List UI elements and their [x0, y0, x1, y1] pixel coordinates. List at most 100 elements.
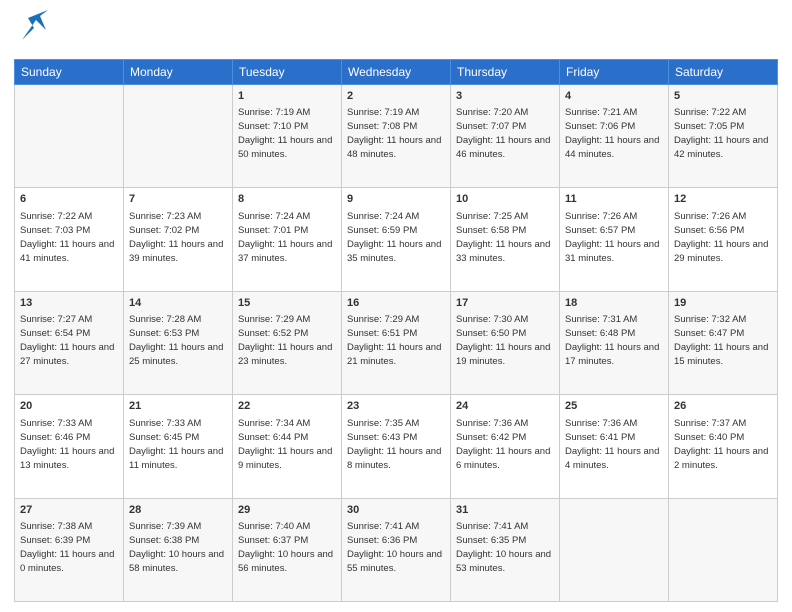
daylight-info: Daylight: 11 hours and 11 minutes.	[129, 446, 223, 471]
sunrise-info: Sunrise: 7:40 AM	[238, 521, 310, 532]
calendar-week-4: 20Sunrise: 7:33 AMSunset: 6:46 PMDayligh…	[15, 395, 778, 498]
weekday-header-sunday: Sunday	[15, 60, 124, 85]
calendar-cell: 1Sunrise: 7:19 AMSunset: 7:10 PMDaylight…	[233, 85, 342, 188]
sunset-info: Sunset: 6:58 PM	[456, 225, 526, 236]
sunset-info: Sunset: 6:53 PM	[129, 328, 199, 339]
sunrise-info: Sunrise: 7:38 AM	[20, 521, 92, 532]
daylight-info: Daylight: 10 hours and 55 minutes.	[347, 549, 442, 574]
calendar-week-2: 6 Sunrise: 7:22 AM Sunset: 7:03 PM Daylight…	[15, 188, 778, 291]
sunrise-info: Sunrise: 7:19 AM	[347, 107, 419, 118]
sunrise-info: Sunrise: 7:35 AM	[347, 418, 419, 429]
day-number: 9	[347, 192, 445, 207]
calendar-cell: 31Sunrise: 7:41 AMSunset: 6:35 PMDayligh…	[451, 498, 560, 601]
sunrise-info: Sunrise: 7:25 AM	[456, 211, 528, 222]
daylight-info: Daylight: 11 hours and 46 minutes.	[456, 135, 550, 160]
day-number: 21	[129, 399, 227, 414]
sunrise-info: Sunrise: 7:29 AM	[347, 314, 419, 325]
calendar-cell: 21 Sunrise: 7:33 AM Sunset: 6:45 PM Dayligh…	[124, 395, 233, 498]
day-number: 14	[129, 296, 227, 311]
calendar-cell: 28Sunrise: 7:39 AMSunset: 6:38 PMDayligh…	[124, 498, 233, 601]
day-number: 17	[456, 296, 554, 311]
day-number: 3	[456, 89, 554, 104]
daylight-info: Daylight: 11 hours and 50 minutes.	[238, 135, 332, 160]
calendar-cell: 3Sunrise: 7:20 AMSunset: 7:07 PMDaylight…	[451, 85, 560, 188]
daylight-info: Daylight: 11 hours and 44 minutes.	[565, 135, 659, 160]
daylight-info: Daylight: 11 hours and 39 minutes.	[129, 239, 223, 264]
calendar-week-1: 1Sunrise: 7:19 AMSunset: 7:10 PMDaylight…	[15, 85, 778, 188]
logo	[14, 10, 48, 51]
sunrise-info: Sunrise: 7:28 AM	[129, 314, 201, 325]
sunset-info: Sunset: 6:45 PM	[129, 432, 199, 443]
sunset-info: Sunset: 6:43 PM	[347, 432, 417, 443]
sunrise-info: Sunrise: 7:21 AM	[565, 107, 637, 118]
calendar-cell: 15Sunrise: 7:29 AMSunset: 6:52 PMDayligh…	[233, 291, 342, 394]
daylight-info: Daylight: 11 hours and 48 minutes.	[347, 135, 441, 160]
calendar-cell: 17Sunrise: 7:30 AMSunset: 6:50 PMDayligh…	[451, 291, 560, 394]
calendar-cell	[124, 85, 233, 188]
sunrise-info: Sunrise: 7:33 AM	[20, 418, 92, 429]
calendar-cell: 24Sunrise: 7:36 AMSunset: 6:42 PMDayligh…	[451, 395, 560, 498]
calendar-cell: 12Sunrise: 7:26 AMSunset: 6:56 PMDayligh…	[669, 188, 778, 291]
sunset-info: Sunset: 7:02 PM	[129, 225, 199, 236]
calendar-week-3: 13 Sunrise: 7:27 AM Sunset: 6:54 PM Dayligh…	[15, 291, 778, 394]
sunrise-info: Sunrise: 7:33 AM	[129, 418, 201, 429]
sunrise-info: Sunrise: 7:22 AM	[20, 211, 92, 222]
sunset-info: Sunset: 7:03 PM	[20, 225, 90, 236]
daylight-info: Daylight: 11 hours and 9 minutes.	[238, 446, 332, 471]
day-number: 22	[238, 399, 336, 414]
day-number: 20	[20, 399, 118, 414]
weekday-header-monday: Monday	[124, 60, 233, 85]
sunrise-info: Sunrise: 7:27 AM	[20, 314, 92, 325]
sunset-info: Sunset: 7:07 PM	[456, 121, 526, 132]
sunset-info: Sunset: 7:01 PM	[238, 225, 308, 236]
weekday-header-thursday: Thursday	[451, 60, 560, 85]
day-number: 16	[347, 296, 445, 311]
calendar-cell: 7Sunrise: 7:23 AMSunset: 7:02 PMDaylight…	[124, 188, 233, 291]
daylight-info: Daylight: 11 hours and 17 minutes.	[565, 342, 659, 367]
sunset-info: Sunset: 6:50 PM	[456, 328, 526, 339]
day-number: 23	[347, 399, 445, 414]
calendar-cell: 19Sunrise: 7:32 AMSunset: 6:47 PMDayligh…	[669, 291, 778, 394]
sunset-info: Sunset: 6:52 PM	[238, 328, 308, 339]
calendar-cell: 25Sunrise: 7:36 AMSunset: 6:41 PMDayligh…	[560, 395, 669, 498]
sunrise-info: Sunrise: 7:26 AM	[674, 211, 746, 222]
calendar-cell: 4Sunrise: 7:21 AMSunset: 7:06 PMDaylight…	[560, 85, 669, 188]
day-number: 6	[20, 192, 118, 207]
daylight-info: Daylight: 11 hours and 6 minutes.	[456, 446, 550, 471]
daylight-info: Daylight: 11 hours and 8 minutes.	[347, 446, 441, 471]
daylight-info: Daylight: 11 hours and 35 minutes.	[347, 239, 441, 264]
calendar-cell: 10Sunrise: 7:25 AMSunset: 6:58 PMDayligh…	[451, 188, 560, 291]
sunrise-info: Sunrise: 7:29 AM	[238, 314, 310, 325]
weekday-header-saturday: Saturday	[669, 60, 778, 85]
daylight-info: Daylight: 11 hours and 42 minutes.	[674, 135, 768, 160]
calendar-cell: 20Sunrise: 7:33 AMSunset: 6:46 PMDayligh…	[15, 395, 124, 498]
sunrise-info: Sunrise: 7:31 AM	[565, 314, 637, 325]
daylight-info: Daylight: 11 hours and 15 minutes.	[674, 342, 768, 367]
daylight-info: Daylight: 10 hours and 58 minutes.	[129, 549, 224, 574]
sunset-info: Sunset: 6:42 PM	[456, 432, 526, 443]
daylight-info: Daylight: 11 hours and 33 minutes.	[456, 239, 550, 264]
sunset-info: Sunset: 7:10 PM	[238, 121, 308, 132]
day-number: 13	[20, 296, 118, 311]
calendar-cell	[15, 85, 124, 188]
sunset-info: Sunset: 6:54 PM	[20, 328, 90, 339]
sunrise-info: Sunrise: 7:41 AM	[456, 521, 528, 532]
daylight-info: Daylight: 11 hours and 4 minutes.	[565, 446, 659, 471]
calendar-cell: 16Sunrise: 7:29 AMSunset: 6:51 PMDayligh…	[342, 291, 451, 394]
sunrise-info: Sunrise: 7:36 AM	[565, 418, 637, 429]
day-number: 11	[565, 192, 663, 207]
day-number: 31	[456, 503, 554, 518]
daylight-info: Daylight: 11 hours and 41 minutes.	[20, 239, 114, 264]
day-number: 29	[238, 503, 336, 518]
daylight-info: Daylight: 11 hours and 31 minutes.	[565, 239, 659, 264]
weekday-header-wednesday: Wednesday	[342, 60, 451, 85]
daylight-info: Daylight: 11 hours and 21 minutes.	[347, 342, 441, 367]
calendar-week-5: 27Sunrise: 7:38 AMSunset: 6:39 PMDayligh…	[15, 498, 778, 601]
sunrise-info: Sunrise: 7:36 AM	[456, 418, 528, 429]
daylight-info: Daylight: 10 hours and 53 minutes.	[456, 549, 551, 574]
day-number: 12	[674, 192, 772, 207]
day-number: 5	[674, 89, 772, 104]
sunset-info: Sunset: 6:36 PM	[347, 535, 417, 546]
calendar-cell: 5Sunrise: 7:22 AMSunset: 7:05 PMDaylight…	[669, 85, 778, 188]
daylight-info: Daylight: 11 hours and 0 minutes.	[20, 549, 114, 574]
